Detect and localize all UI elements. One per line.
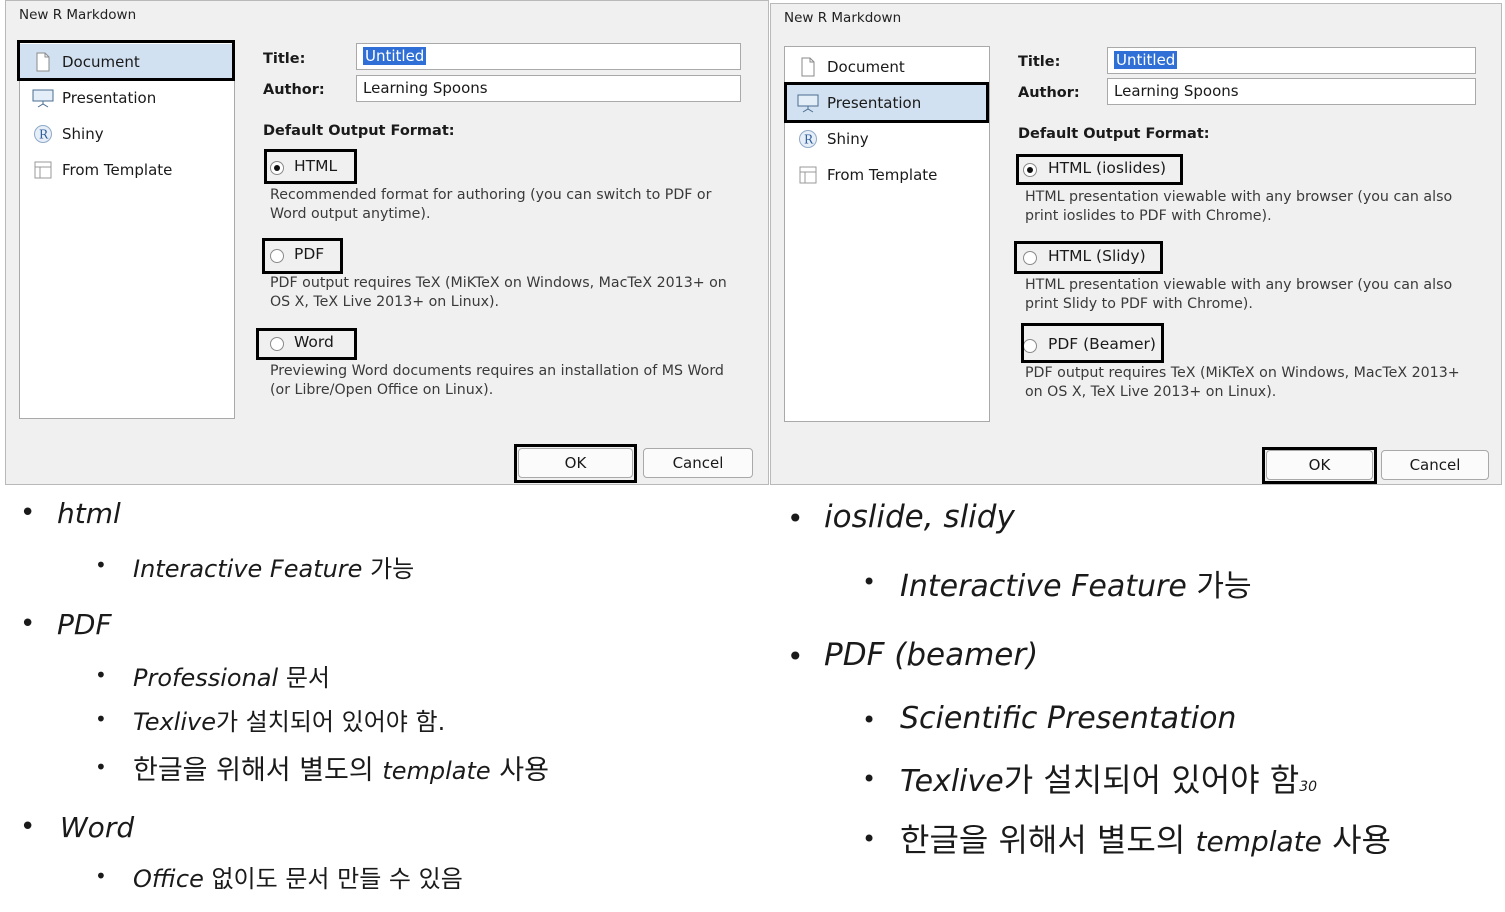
note-word: Word [60,811,135,844]
shiny-r-icon: R [32,123,54,145]
bullet-icon: • [95,707,107,731]
dialog-title: New R Markdown [784,10,902,26]
document-icon [32,51,54,73]
note-io-interactive: Interactive Feature 가능 [900,569,1252,604]
ok-button[interactable]: OK [518,448,633,478]
bullet-icon: • [862,568,877,596]
type-item-presentation[interactable]: Presentation [20,80,234,116]
note-html: html [57,497,121,530]
author-label: Author: [1018,85,1080,101]
ioslides-description: HTML presentation viewable with any brow… [1025,189,1453,224]
title-input-value: Untitled [1114,51,1178,69]
presentation-icon [32,87,54,109]
slidy-description: HTML presentation viewable with any brow… [1025,277,1453,312]
presentation-icon [797,92,819,114]
bullet-icon: • [95,864,107,888]
type-item-document[interactable]: Document [785,49,989,85]
note-ioslide-slidy: ioslide, slidy [824,499,1015,535]
word-radio[interactable] [270,337,284,351]
document-type-list: Document Presentation R Shiny From Templ… [19,41,235,419]
cancel-button[interactable]: Cancel [643,448,753,478]
bullet-icon: • [20,812,36,842]
note-pdf: PDF [57,608,112,641]
bullet-icon: • [20,609,36,639]
word-radio-label[interactable]: Word [294,333,334,351]
template-icon [797,164,819,186]
default-output-format-label: Default Output Format: [1018,126,1210,142]
html-radio[interactable] [270,161,284,175]
beamer-radio[interactable] [1023,339,1037,353]
page-number: 30 [1299,779,1318,795]
bullet-icon: • [95,755,107,779]
type-item-label: From Template [827,166,938,184]
type-item-presentation[interactable]: Presentation [785,85,989,121]
note-beamer-texlive: Texlive가 설치되어 있어야 함30 [900,761,1318,799]
html-radio-label[interactable]: HTML [294,157,337,175]
default-output-format-label: Default Output Format: [263,123,455,139]
note-word-office: Office 없이도 문서 만들 수 있음 [133,865,463,893]
note-html-interactive: Interactive Feature 가능 [133,555,415,583]
author-input[interactable]: Learning Spoons [1107,78,1476,105]
note-pdf-beamer: PDF (beamer) [824,637,1039,673]
type-item-label: Shiny [62,125,104,143]
bullet-icon: • [787,502,804,535]
type-item-document[interactable]: Document [20,44,234,80]
note-pdf-template: 한글을 위해서 별도의 template 사용 [133,755,549,786]
left-dialog: New R Markdown Document Presentation R S… [5,0,769,485]
note-pdf-texlive: Texlive가 설치되어 있어야 함. [133,708,446,736]
beamer-description: PDF output requires TeX (MiKTeX on Windo… [1025,365,1460,400]
html-description: Recommended format for authoring (you ca… [270,187,712,222]
type-item-label: Document [827,58,905,76]
title-input[interactable]: Untitled [356,43,741,70]
note-pdf-professional: Professional 문서 [133,664,330,692]
title-label: Title: [1018,54,1061,70]
pdf-description: PDF output requires TeX (MiKTeX on Windo… [270,275,727,310]
type-item-label: Presentation [827,94,922,112]
type-item-from-template[interactable]: From Template [20,152,234,188]
right-dialog: New R Markdown Document Presentation R S… [770,3,1502,485]
title-label: Title: [263,51,306,67]
bullet-icon: • [95,663,107,687]
document-type-list: Document Presentation R Shiny From Templ… [784,46,990,422]
pdf-radio[interactable] [270,249,284,263]
type-item-shiny[interactable]: R Shiny [20,116,234,152]
dialog-title: New R Markdown [19,7,137,23]
svg-text:R: R [804,133,814,147]
bullet-icon: • [95,553,107,577]
type-item-label: Document [62,53,140,71]
note-beamer-template: 한글을 위해서 별도의 template 사용 [900,821,1391,859]
bullet-icon: • [862,706,877,734]
type-item-from-template[interactable]: From Template [785,157,989,193]
title-input[interactable]: Untitled [1107,47,1476,74]
cancel-button[interactable]: Cancel [1381,450,1489,480]
ok-button[interactable]: OK [1266,450,1373,480]
title-input-value: Untitled [363,47,427,65]
svg-text:R: R [39,128,49,142]
type-item-shiny[interactable]: R Shiny [785,121,989,157]
ioslides-radio-label[interactable]: HTML (ioslides) [1048,159,1166,177]
template-icon [32,159,54,181]
slidy-radio[interactable] [1023,251,1037,265]
ioslides-radio[interactable] [1023,163,1037,177]
type-item-label: From Template [62,161,173,179]
type-item-label: Presentation [62,89,157,107]
author-label: Author: [263,82,325,98]
bullet-icon: • [20,498,36,528]
bullet-icon: • [862,765,877,793]
document-icon [797,56,819,78]
bullet-icon: • [787,640,804,673]
slidy-radio-label[interactable]: HTML (Slidy) [1048,247,1146,265]
note-scientific-presentation: Scientific Presentation [900,701,1237,736]
word-description: Previewing Word documents requires an in… [270,363,724,398]
bullet-icon: • [862,825,877,853]
pdf-radio-label[interactable]: PDF [294,245,324,263]
beamer-radio-label[interactable]: PDF (Beamer) [1048,335,1156,353]
shiny-r-icon: R [797,128,819,150]
author-input[interactable]: Learning Spoons [356,75,741,102]
type-item-label: Shiny [827,130,869,148]
